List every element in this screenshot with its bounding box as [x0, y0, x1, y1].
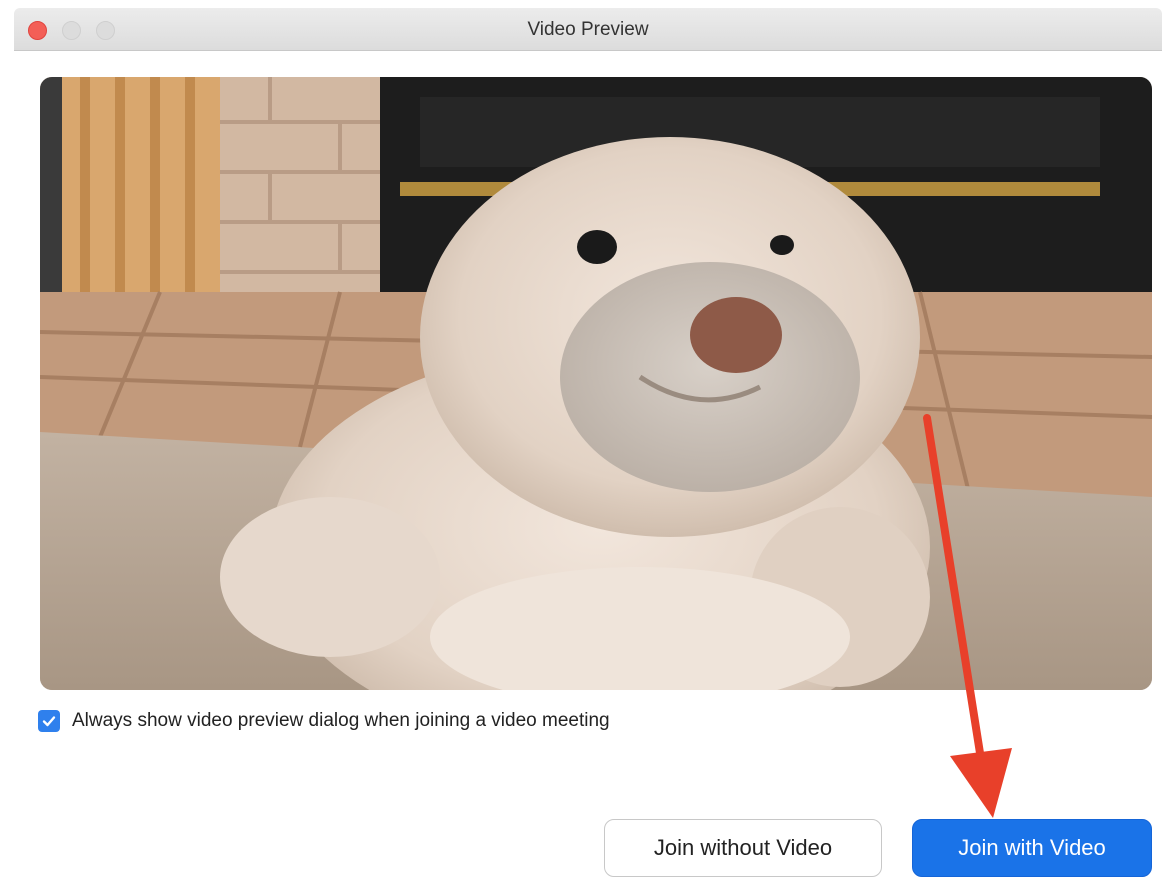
- always-show-preview-label[interactable]: Always show video preview dialog when jo…: [72, 709, 610, 733]
- window-titlebar: Video Preview: [14, 8, 1162, 51]
- always-show-preview-checkbox[interactable]: [38, 710, 60, 732]
- join-with-video-button[interactable]: Join with Video: [912, 819, 1152, 877]
- window-title: Video Preview: [527, 19, 649, 40]
- checkmark-icon: [42, 716, 56, 727]
- video-preview: [40, 77, 1152, 690]
- video-preview-image: [40, 77, 1152, 690]
- join-without-video-button[interactable]: Join without Video: [604, 819, 882, 877]
